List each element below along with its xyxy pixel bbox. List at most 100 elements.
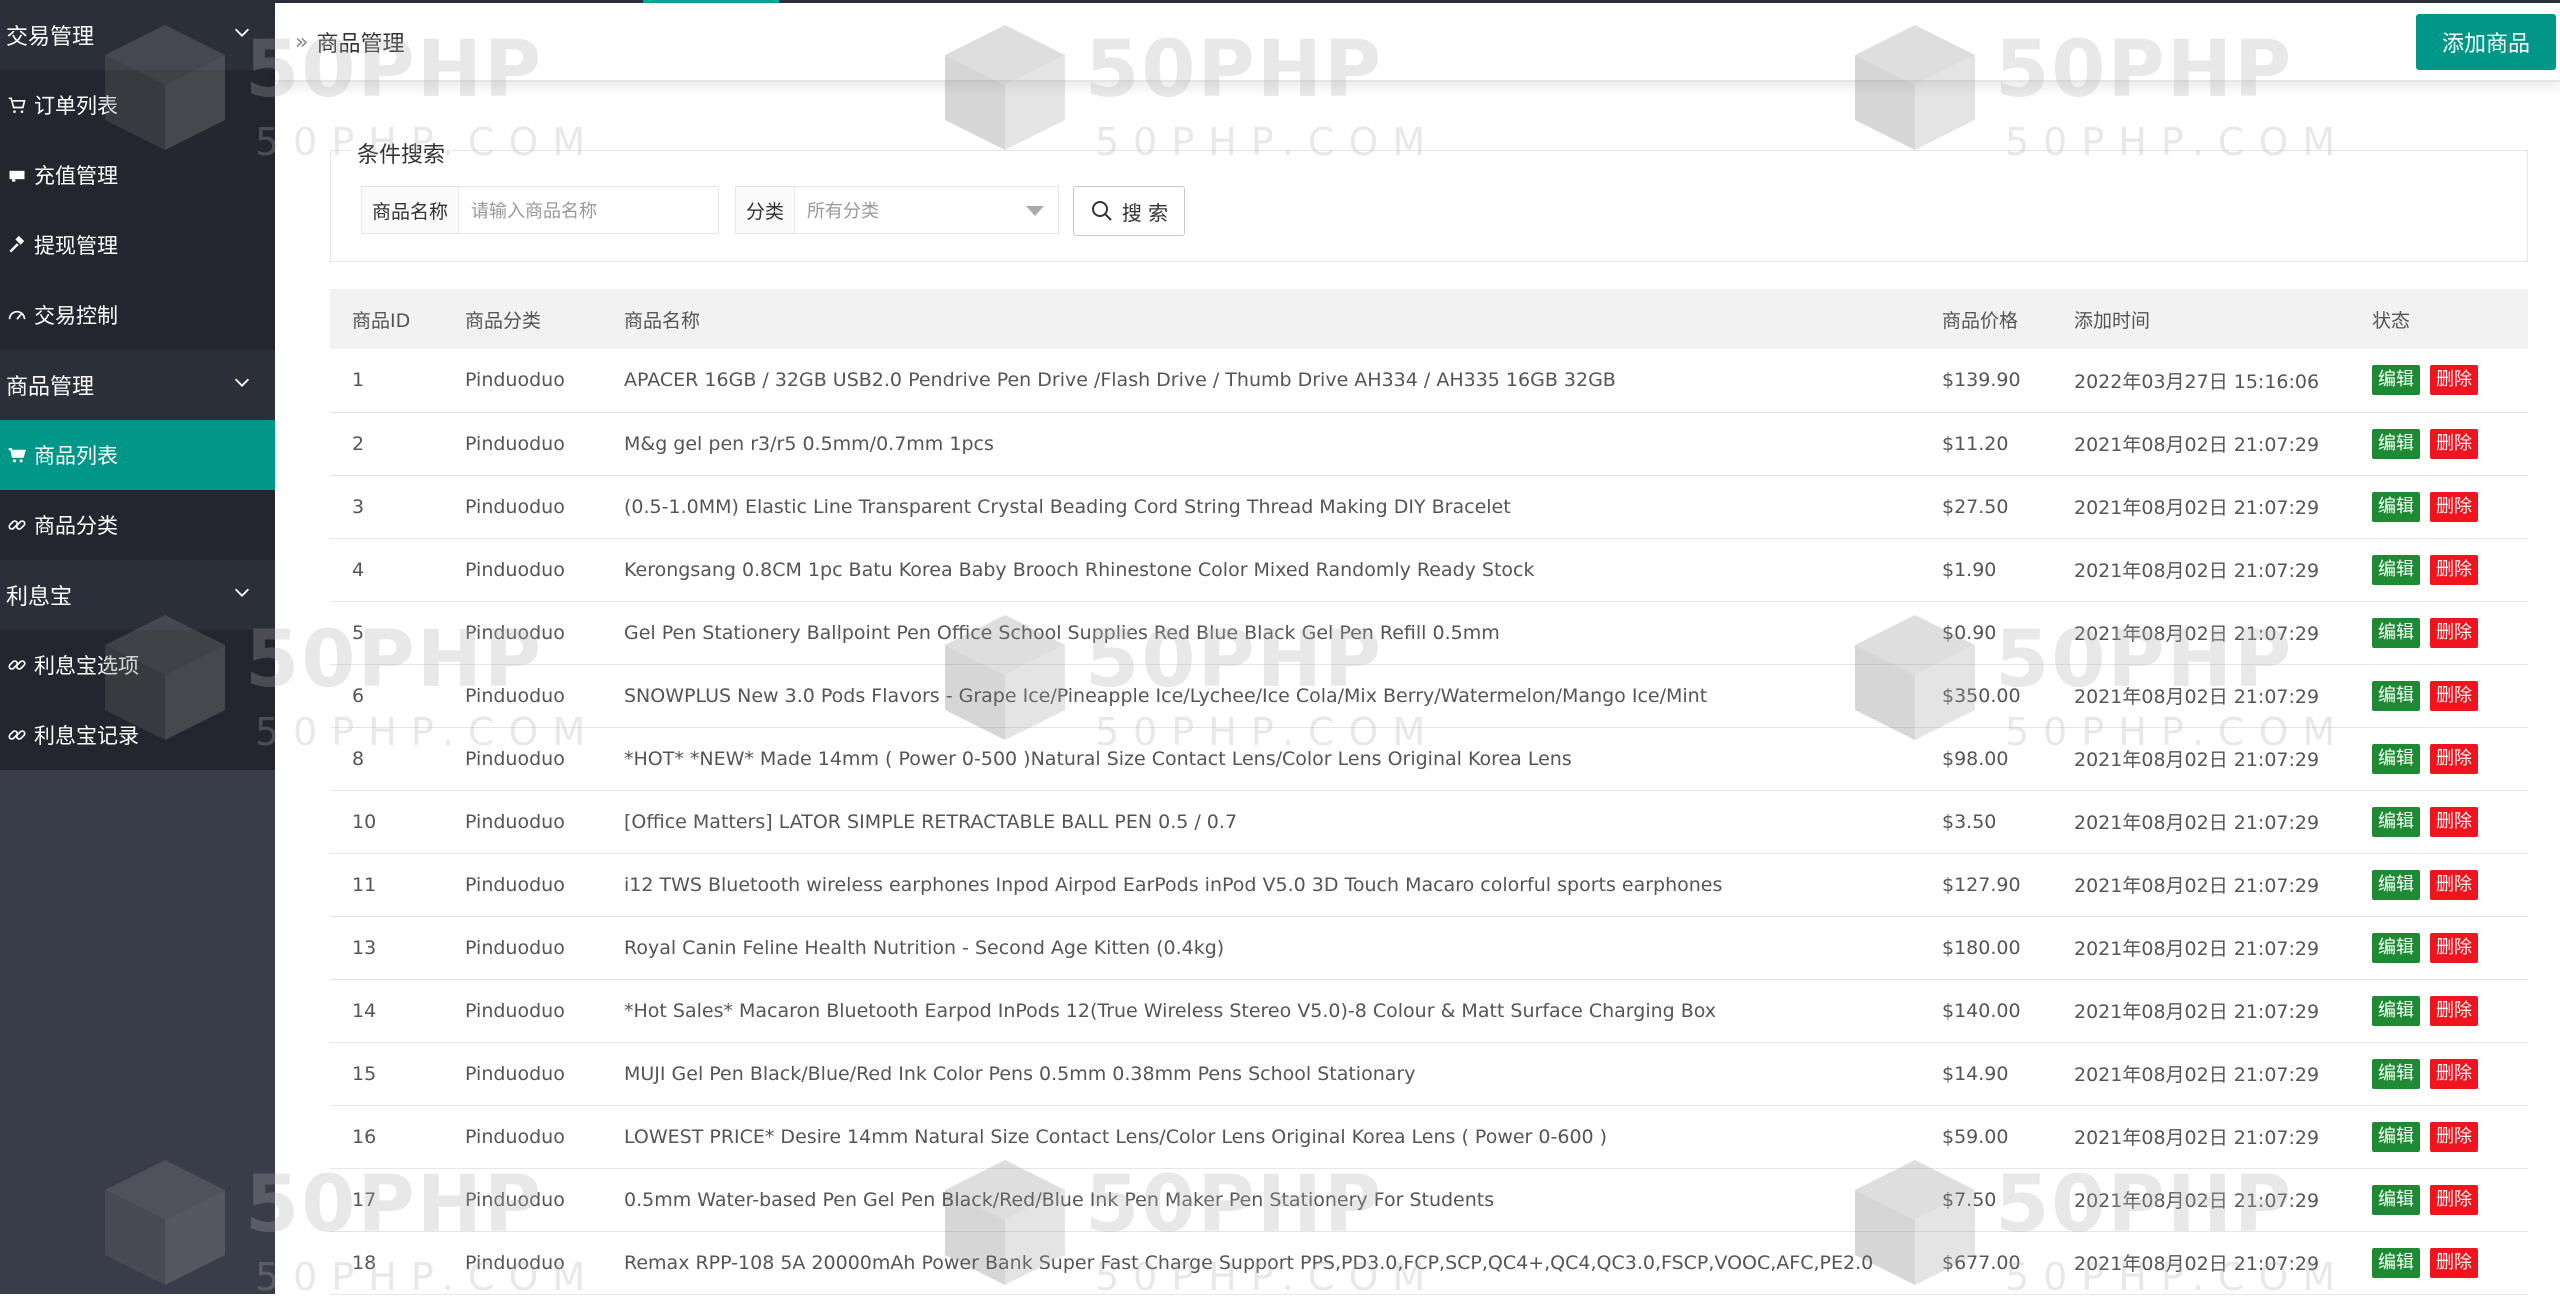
delete-button[interactable]: 删除 (2430, 995, 2478, 1026)
cell-actions: 编辑 删除 (2350, 916, 2528, 980)
sidebar-item-goods-category[interactable]: 商品分类 (0, 490, 275, 560)
top-header: » 商品管理 添加商品 (275, 0, 2560, 82)
cell-time: 2021年08月02日 21:07:29 (2052, 853, 2350, 917)
sidebar-item-interest-options[interactable]: 利息宝选项 (0, 630, 275, 700)
edit-button[interactable]: 编辑 (2372, 491, 2420, 522)
cell-actions: 编辑 删除 (2350, 412, 2528, 476)
cell-id: 18 (330, 1231, 443, 1295)
sidebar-item-orders[interactable]: 订单列表 (0, 70, 275, 140)
table-row: 13 Pinduoduo Royal Canin Feline Health Nut… (330, 916, 2528, 980)
delete-button[interactable]: 删除 (2430, 743, 2478, 774)
cell-id: 4 (330, 538, 443, 602)
cell-name: Remax RPP-108 5A 20000mAh Power Bank Sup… (602, 1231, 1920, 1295)
sidebar-item-trade-control[interactable]: 交易控制 (0, 280, 275, 350)
double-chevron-icon: » (295, 29, 309, 55)
cell-id: 3 (330, 475, 443, 539)
delete-button[interactable]: 删除 (2430, 491, 2478, 522)
link-icon (6, 654, 28, 676)
goods-name-input[interactable]: 请输入商品名称 (459, 187, 718, 233)
cell-time: 2021年08月02日 21:07:29 (2052, 1042, 2350, 1106)
column-header-price: 商品价格 (1920, 289, 2052, 349)
delete-button[interactable]: 删除 (2430, 617, 2478, 648)
sidebar: 交易管理 订单列表 充值管理 提现管理 交易控制 商品管理 商品列表 商品分类 … (0, 0, 275, 1294)
cell-id: 5 (330, 601, 443, 665)
delete-button[interactable]: 删除 (2430, 1121, 2478, 1152)
delete-button[interactable]: 删除 (2430, 680, 2478, 711)
sidebar-item-goods-list[interactable]: 商品列表 (0, 420, 275, 490)
goods-table: 商品ID 商品分类 商品名称 商品价格 添加时间 状态 1 Pinduoduo AP… (330, 289, 2528, 1295)
edit-button[interactable]: 编辑 (2372, 1184, 2420, 1215)
cell-name: MUJI Gel Pen Black/Blue/Red Ink Color Pe… (602, 1042, 1920, 1106)
cell-actions: 编辑 删除 (2350, 601, 2528, 665)
search-fieldset: 条件搜索 商品名称 请输入商品名称 分类 所有分类 搜 索 (330, 137, 2528, 262)
column-header-id: 商品ID (330, 289, 443, 349)
cell-price: $140.00 (1920, 979, 2052, 1043)
category-select[interactable]: 所有分类 (795, 187, 1026, 233)
add-goods-button[interactable]: 添加商品 (2416, 14, 2556, 70)
delete-button[interactable]: 删除 (2430, 554, 2478, 585)
sidebar-group-goods[interactable]: 商品管理 (0, 350, 275, 420)
cell-name: (0.5-1.0MM) Elastic Line Transparent Cry… (602, 475, 1920, 539)
table-row: 5 Pinduoduo Gel Pen Stationery Ballpoint P… (330, 601, 2528, 665)
chevron-down-icon (231, 21, 253, 49)
sidebar-item-recharge[interactable]: 充值管理 (0, 140, 275, 210)
edit-button[interactable]: 编辑 (2372, 932, 2420, 963)
cell-name: APACER 16GB / 32GB USB2.0 Pendrive Pen D… (602, 349, 1920, 413)
cart-icon (6, 94, 28, 116)
edit-button[interactable]: 编辑 (2372, 428, 2420, 459)
table-row: 14 Pinduoduo *Hot Sales* Macaron Bluetooth… (330, 979, 2528, 1043)
delete-button[interactable]: 删除 (2430, 806, 2478, 837)
delete-button[interactable]: 删除 (2430, 1247, 2478, 1278)
delete-button[interactable]: 删除 (2430, 1058, 2478, 1089)
cell-name: Gel Pen Stationery Ballpoint Pen Office … (602, 601, 1920, 665)
edit-button[interactable]: 编辑 (2372, 743, 2420, 774)
cell-category: Pinduoduo (443, 412, 602, 476)
card-icon (6, 164, 28, 186)
edit-button[interactable]: 编辑 (2372, 869, 2420, 900)
column-header-status: 状态 (2350, 289, 2528, 349)
cell-time: 2021年08月02日 21:07:29 (2052, 790, 2350, 854)
table-row: 3 Pinduoduo (0.5-1.0MM) Elastic Line Trans… (330, 475, 2528, 539)
edit-button[interactable]: 编辑 (2372, 1058, 2420, 1089)
cell-id: 13 (330, 916, 443, 980)
edit-button[interactable]: 编辑 (2372, 1247, 2420, 1278)
cell-price: $7.50 (1920, 1168, 2052, 1232)
cell-price: $139.90 (1920, 349, 2052, 413)
cell-category: Pinduoduo (443, 538, 602, 602)
sidebar-group-trade[interactable]: 交易管理 (0, 0, 275, 70)
cell-price: $59.00 (1920, 1105, 2052, 1169)
delete-button[interactable]: 删除 (2430, 428, 2478, 459)
cell-actions: 编辑 删除 (2350, 1168, 2528, 1232)
search-button[interactable]: 搜 索 (1073, 186, 1185, 236)
table-row: 11 Pinduoduo i12 TWS Bluetooth wireless ea… (330, 853, 2528, 917)
cell-time: 2021年08月02日 21:07:29 (2052, 538, 2350, 602)
cell-price: $11.20 (1920, 412, 2052, 476)
sidebar-item-withdraw[interactable]: 提现管理 (0, 210, 275, 280)
delete-button[interactable]: 删除 (2430, 1184, 2478, 1215)
edit-button[interactable]: 编辑 (2372, 554, 2420, 585)
edit-button[interactable]: 编辑 (2372, 995, 2420, 1026)
sidebar-item-label: 交易控制 (34, 304, 118, 328)
edit-button[interactable]: 编辑 (2372, 365, 2420, 396)
edit-button[interactable]: 编辑 (2372, 617, 2420, 648)
delete-button[interactable]: 删除 (2430, 869, 2478, 900)
cell-category: Pinduoduo (443, 349, 602, 413)
cell-price: $98.00 (1920, 727, 2052, 791)
cell-price: $1.90 (1920, 538, 2052, 602)
active-tab-indicator (643, 0, 779, 3)
cell-id: 14 (330, 979, 443, 1043)
delete-button[interactable]: 删除 (2430, 932, 2478, 963)
delete-button[interactable]: 删除 (2430, 365, 2478, 396)
edit-button[interactable]: 编辑 (2372, 1121, 2420, 1152)
table-row: 2 Pinduoduo M&g gel pen r3/r5 0.5mm/0.7mm … (330, 412, 2528, 476)
sidebar-group-interest[interactable]: 利息宝 (0, 560, 275, 630)
sidebar-item-interest-records[interactable]: 利息宝记录 (0, 700, 275, 770)
cell-price: $180.00 (1920, 916, 2052, 980)
cell-id: 8 (330, 727, 443, 791)
cell-time: 2022年03月27日 15:16:06 (2052, 349, 2350, 413)
edit-button[interactable]: 编辑 (2372, 680, 2420, 711)
cart-icon (6, 444, 28, 466)
dropdown-caret-icon[interactable] (1026, 206, 1044, 216)
edit-button[interactable]: 编辑 (2372, 806, 2420, 837)
cell-actions: 编辑 删除 (2350, 538, 2528, 602)
